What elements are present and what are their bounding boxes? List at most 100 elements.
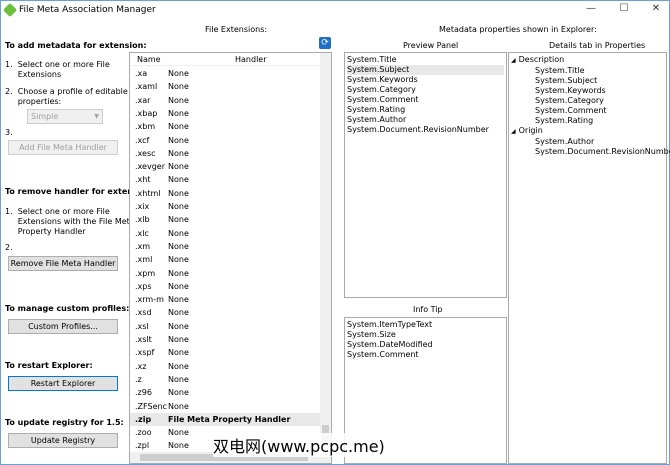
table-row[interactable]: .xesc None	[130, 147, 320, 160]
extension-name: .xesc	[135, 148, 156, 158]
profile-select[interactable]: Simple ▼	[27, 109, 103, 124]
table-row[interactable]: .xpm None	[130, 267, 320, 280]
extension-handler: None	[168, 202, 189, 211]
app-icon	[2, 2, 18, 18]
extensions-title: File Extensions:	[205, 25, 268, 34]
column-name[interactable]: Name	[137, 55, 161, 64]
group-label: Origin	[518, 126, 543, 135]
chevron-down-icon: ▼	[94, 113, 99, 120]
table-row[interactable]: .xps None	[130, 280, 320, 293]
table-row[interactable]: .xbm None	[130, 120, 320, 133]
table-row[interactable]: .xaml None	[130, 80, 320, 93]
collapse-icon[interactable]: ◢	[511, 57, 516, 64]
extension-name: .xml	[135, 255, 153, 265]
tree-item[interactable]: System.Comment	[511, 106, 664, 116]
extension-name: .zip	[135, 414, 152, 424]
table-row[interactable]: .xht None	[130, 173, 320, 186]
close-button[interactable]: ✕	[641, 3, 670, 19]
tree-group[interactable]: ◢ Description	[511, 55, 664, 66]
collapse-icon[interactable]: ◢	[511, 128, 516, 135]
table-row[interactable]: .xslt None	[130, 333, 320, 346]
table-row[interactable]: .xsd None	[130, 306, 320, 319]
details-tree[interactable]: ◢ Description System.Title System.Subject Sy…	[508, 52, 670, 464]
extension-handler: None	[168, 135, 189, 145]
tree-group[interactable]: ◢ Origin	[511, 126, 664, 137]
restart-explorer-button[interactable]: Restart Explorer	[8, 376, 118, 391]
refresh-icon[interactable]: ⟳	[319, 37, 331, 49]
tree-item[interactable]: System.Category	[511, 96, 664, 106]
table-row[interactable]: .xrm-m None	[130, 293, 320, 306]
table-row[interactable]: .z None	[130, 373, 320, 386]
preview-item[interactable]: System.Author	[347, 115, 504, 125]
extension-handler: None	[168, 295, 189, 305]
extension-handler: None	[168, 281, 189, 291]
add-step-2: 2. Choose a profile of editable properti…	[5, 87, 128, 106]
extension-name: .z	[135, 374, 142, 384]
tree-item[interactable]: System.Keywords	[511, 86, 664, 96]
table-row[interactable]: .xlc None	[130, 227, 320, 240]
infotip-item[interactable]: System.ItemTypeText	[347, 320, 504, 330]
extension-name: .xlb	[135, 215, 150, 225]
extensions-list[interactable]: Name Handler .xa None .xaml None .xar None .xb…	[129, 52, 332, 464]
extension-name: .xz	[135, 361, 147, 371]
tree-item[interactable]: System.Rating	[511, 116, 664, 126]
extension-handler: None	[168, 108, 189, 118]
preview-item[interactable]: System.Category	[347, 85, 504, 95]
tree-item[interactable]: System.Author	[511, 137, 664, 147]
preview-item[interactable]: System.Keywords	[347, 75, 504, 85]
extension-name: .ZFSenc	[135, 401, 167, 411]
extension-name: .xslt	[135, 335, 152, 344]
minimize-button[interactable]: —	[576, 3, 606, 19]
preview-item[interactable]: System.Rating	[347, 105, 504, 115]
preview-list[interactable]: System.Title System.Subject System.Keyword…	[344, 52, 507, 298]
tree-item[interactable]: System.Subject	[511, 76, 664, 86]
table-row[interactable]: .xhtml None	[130, 187, 320, 200]
extension-name: .xps	[135, 281, 152, 291]
table-row[interactable]: .xm None	[130, 240, 320, 253]
window-title: File Meta Association Manager	[19, 5, 156, 15]
table-row[interactable]: .xspf None	[130, 346, 320, 359]
table-row[interactable]: .xlb None	[130, 213, 320, 226]
extension-handler: None	[168, 228, 189, 238]
table-row[interactable]: .xsl None	[130, 320, 320, 333]
table-row[interactable]: .xevger None	[130, 160, 320, 173]
infotip-item[interactable]: System.DateModified	[347, 340, 504, 350]
table-row[interactable]: .xml None	[130, 253, 320, 266]
extension-handler: None	[168, 95, 189, 105]
add-handler-button[interactable]: Add File Meta Handler	[8, 140, 118, 155]
vertical-scrollbar[interactable]	[320, 53, 331, 452]
table-row[interactable]: .xix None	[130, 200, 320, 213]
table-row[interactable]: .xar None	[130, 94, 320, 107]
tree-item[interactable]: System.Document.RevisionNumber	[511, 147, 670, 157]
infotip-item[interactable]: System.Size	[347, 330, 504, 340]
preview-item[interactable]: System.Subject	[347, 65, 504, 75]
extension-handler: None	[168, 401, 189, 411]
preview-item[interactable]: System.Title	[347, 55, 504, 65]
table-row[interactable]: .xa None	[130, 67, 320, 80]
table-row[interactable]: .xbap None	[130, 107, 320, 120]
extension-name: .xbm	[135, 122, 156, 132]
extension-name: .xar	[135, 95, 151, 105]
preview-item[interactable]: System.Comment	[347, 95, 504, 105]
custom-profiles-button[interactable]: Custom Profiles...	[8, 319, 118, 334]
update-registry-button[interactable]: Update Registry	[8, 433, 118, 448]
preview-title: Preview Panel	[403, 41, 459, 50]
table-row[interactable]: .z96 None	[130, 386, 320, 399]
remove-handler-button[interactable]: Remove File Meta Handler	[8, 256, 118, 271]
extension-handler: None	[168, 374, 189, 384]
infotip-item[interactable]: System.Comment	[347, 350, 504, 360]
table-row[interactable]: .ZFSenc None	[130, 400, 320, 413]
maximize-button[interactable]: ☐	[609, 3, 639, 19]
add-step-3: 3.	[5, 128, 13, 137]
column-handler[interactable]: Handler	[235, 55, 267, 64]
extension-handler: None	[168, 162, 189, 172]
preview-item[interactable]: System.Document.RevisionNumber	[347, 125, 504, 135]
tree-item[interactable]: System.Title	[511, 66, 664, 76]
extension-handler: None	[168, 308, 189, 318]
extension-name: .xcf	[135, 135, 150, 145]
table-row[interactable]: .xz None	[130, 360, 320, 373]
table-row[interactable]: .zip File Meta Property Handler	[130, 412, 320, 426]
details-title: Details tab in Properties	[549, 41, 646, 50]
extension-name: .xaml	[135, 82, 158, 92]
table-row[interactable]: .xcf None	[130, 134, 320, 147]
